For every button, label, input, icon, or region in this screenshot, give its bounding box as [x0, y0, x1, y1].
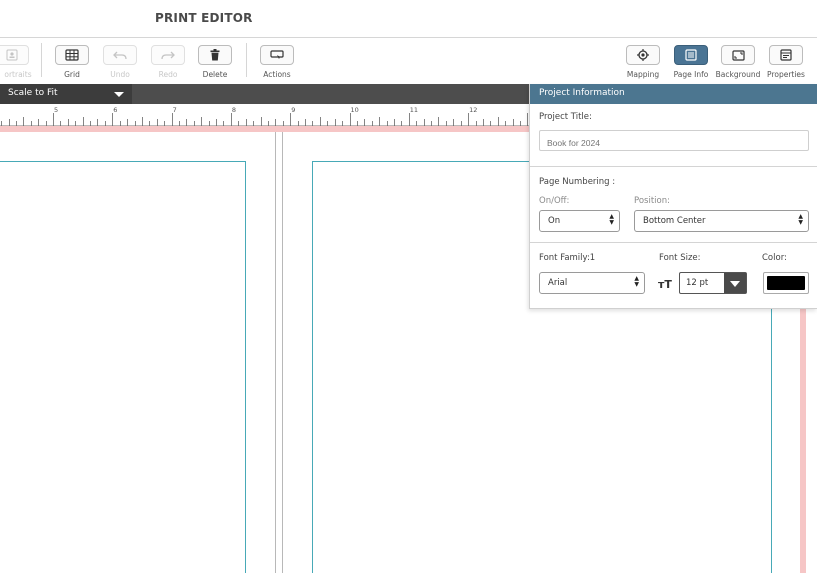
- portraits-tool[interactable]: ortraits: [0, 45, 35, 79]
- properties-button[interactable]: [769, 45, 803, 65]
- page-info-icon: [685, 49, 697, 61]
- font-size-label: Font Size:: [659, 253, 701, 263]
- font-family-label: Font Family:1: [539, 253, 596, 263]
- project-information-panel: Project Information Project Title: Page …: [529, 84, 817, 309]
- undo-label: Undo: [110, 70, 130, 79]
- background-button[interactable]: [721, 45, 755, 65]
- updown-arrows-icon: ▲ ▼: [634, 275, 639, 288]
- project-title-input[interactable]: [539, 130, 809, 151]
- color-picker[interactable]: [763, 272, 809, 294]
- position-value: Bottom Center: [643, 216, 706, 226]
- delete-tool[interactable]: Delete: [192, 45, 238, 79]
- left-page[interactable]: [0, 161, 246, 573]
- onoff-label: On/Off:: [539, 196, 570, 206]
- delete-label: Delete: [202, 70, 228, 79]
- undo-button[interactable]: [103, 45, 137, 65]
- font-size-value: 12 pt: [686, 278, 709, 288]
- grid-button[interactable]: [55, 45, 89, 65]
- scale-dropdown[interactable]: Scale to Fit: [0, 84, 132, 104]
- spine-line: [275, 132, 276, 573]
- onoff-value: On: [548, 216, 561, 226]
- portraits-label: ortraits: [4, 70, 32, 79]
- properties-icon: [780, 49, 792, 61]
- toolbar-divider: [246, 43, 247, 77]
- color-swatch: [767, 276, 805, 290]
- mapping-label: Mapping: [626, 70, 660, 79]
- background-icon: [731, 49, 745, 61]
- page-numbering-position-select[interactable]: Bottom Center ▲ ▼: [634, 210, 809, 232]
- text-size-icon: ᴛT: [658, 278, 672, 291]
- redo-icon: [161, 51, 175, 60]
- undo-tool[interactable]: Undo: [97, 45, 143, 79]
- app-header: PRINT EDITOR: [0, 0, 817, 38]
- page-title: PRINT EDITOR: [155, 11, 253, 25]
- background-tool[interactable]: Background: [715, 45, 761, 79]
- ruler-label: 11: [410, 106, 418, 114]
- panel-title: Project Information: [530, 84, 817, 104]
- redo-label: Redo: [158, 70, 178, 79]
- page-numbering-label: Page Numbering :: [539, 177, 616, 187]
- portraits-button[interactable]: [0, 45, 29, 65]
- font-family-select[interactable]: Arial ▲ ▼: [539, 272, 645, 294]
- ruler-label: 9: [291, 106, 295, 114]
- actions-tool[interactable]: Actions: [254, 45, 300, 79]
- panel-divider: [530, 242, 817, 243]
- grid-label: Grid: [64, 70, 80, 79]
- page-info-tool[interactable]: Page Info: [668, 45, 714, 79]
- actions-icon: [270, 50, 284, 59]
- portrait-icon: [6, 49, 18, 61]
- ruler-label: 5: [54, 106, 58, 114]
- mapping-button[interactable]: [626, 45, 660, 65]
- caret-down-icon: [114, 92, 124, 97]
- redo-tool[interactable]: Redo: [145, 45, 191, 79]
- print-editor-app: PRINT EDITOR ortraits Grid Undo Redo Del…: [0, 0, 817, 573]
- ruler-label: 6: [113, 106, 117, 114]
- actions-label: Actions: [263, 70, 291, 79]
- panel-divider: [530, 166, 817, 167]
- toolbar-divider: [41, 43, 42, 77]
- page-numbering-onoff-select[interactable]: On ▲ ▼: [539, 210, 620, 232]
- font-size-select[interactable]: 12 pt: [679, 272, 747, 294]
- background-label: Background: [715, 70, 761, 79]
- ruler-label: 10: [351, 106, 359, 114]
- properties-label: Properties: [767, 70, 805, 79]
- color-label: Color:: [762, 253, 787, 263]
- undo-icon: [113, 51, 127, 60]
- ruler-label: 7: [173, 106, 177, 114]
- grid-icon: [65, 49, 79, 61]
- font-family-value: Arial: [548, 278, 568, 288]
- project-title-label: Project Title:: [539, 112, 592, 122]
- actions-button[interactable]: [260, 45, 294, 65]
- updown-arrows-icon: ▲ ▼: [798, 213, 803, 226]
- scale-value: Scale to Fit: [8, 88, 58, 98]
- properties-tool[interactable]: Properties: [763, 45, 809, 79]
- grid-tool[interactable]: Grid: [49, 45, 95, 79]
- ruler-label: 8: [232, 106, 236, 114]
- toolbar: ortraits Grid Undo Redo Delete Actions M…: [0, 39, 817, 84]
- redo-button[interactable]: [151, 45, 185, 65]
- mapping-tool[interactable]: Mapping: [620, 45, 666, 79]
- position-label: Position:: [634, 196, 670, 206]
- trash-icon: [210, 49, 220, 61]
- updown-arrows-icon: ▲ ▼: [609, 213, 614, 226]
- ruler-label: 12: [469, 106, 477, 114]
- page-info-button[interactable]: [674, 45, 708, 65]
- target-icon: [637, 49, 649, 61]
- delete-button[interactable]: [198, 45, 232, 65]
- caret-down-icon[interactable]: [724, 273, 746, 293]
- page-info-label: Page Info: [673, 70, 709, 79]
- spine-line: [282, 132, 283, 573]
